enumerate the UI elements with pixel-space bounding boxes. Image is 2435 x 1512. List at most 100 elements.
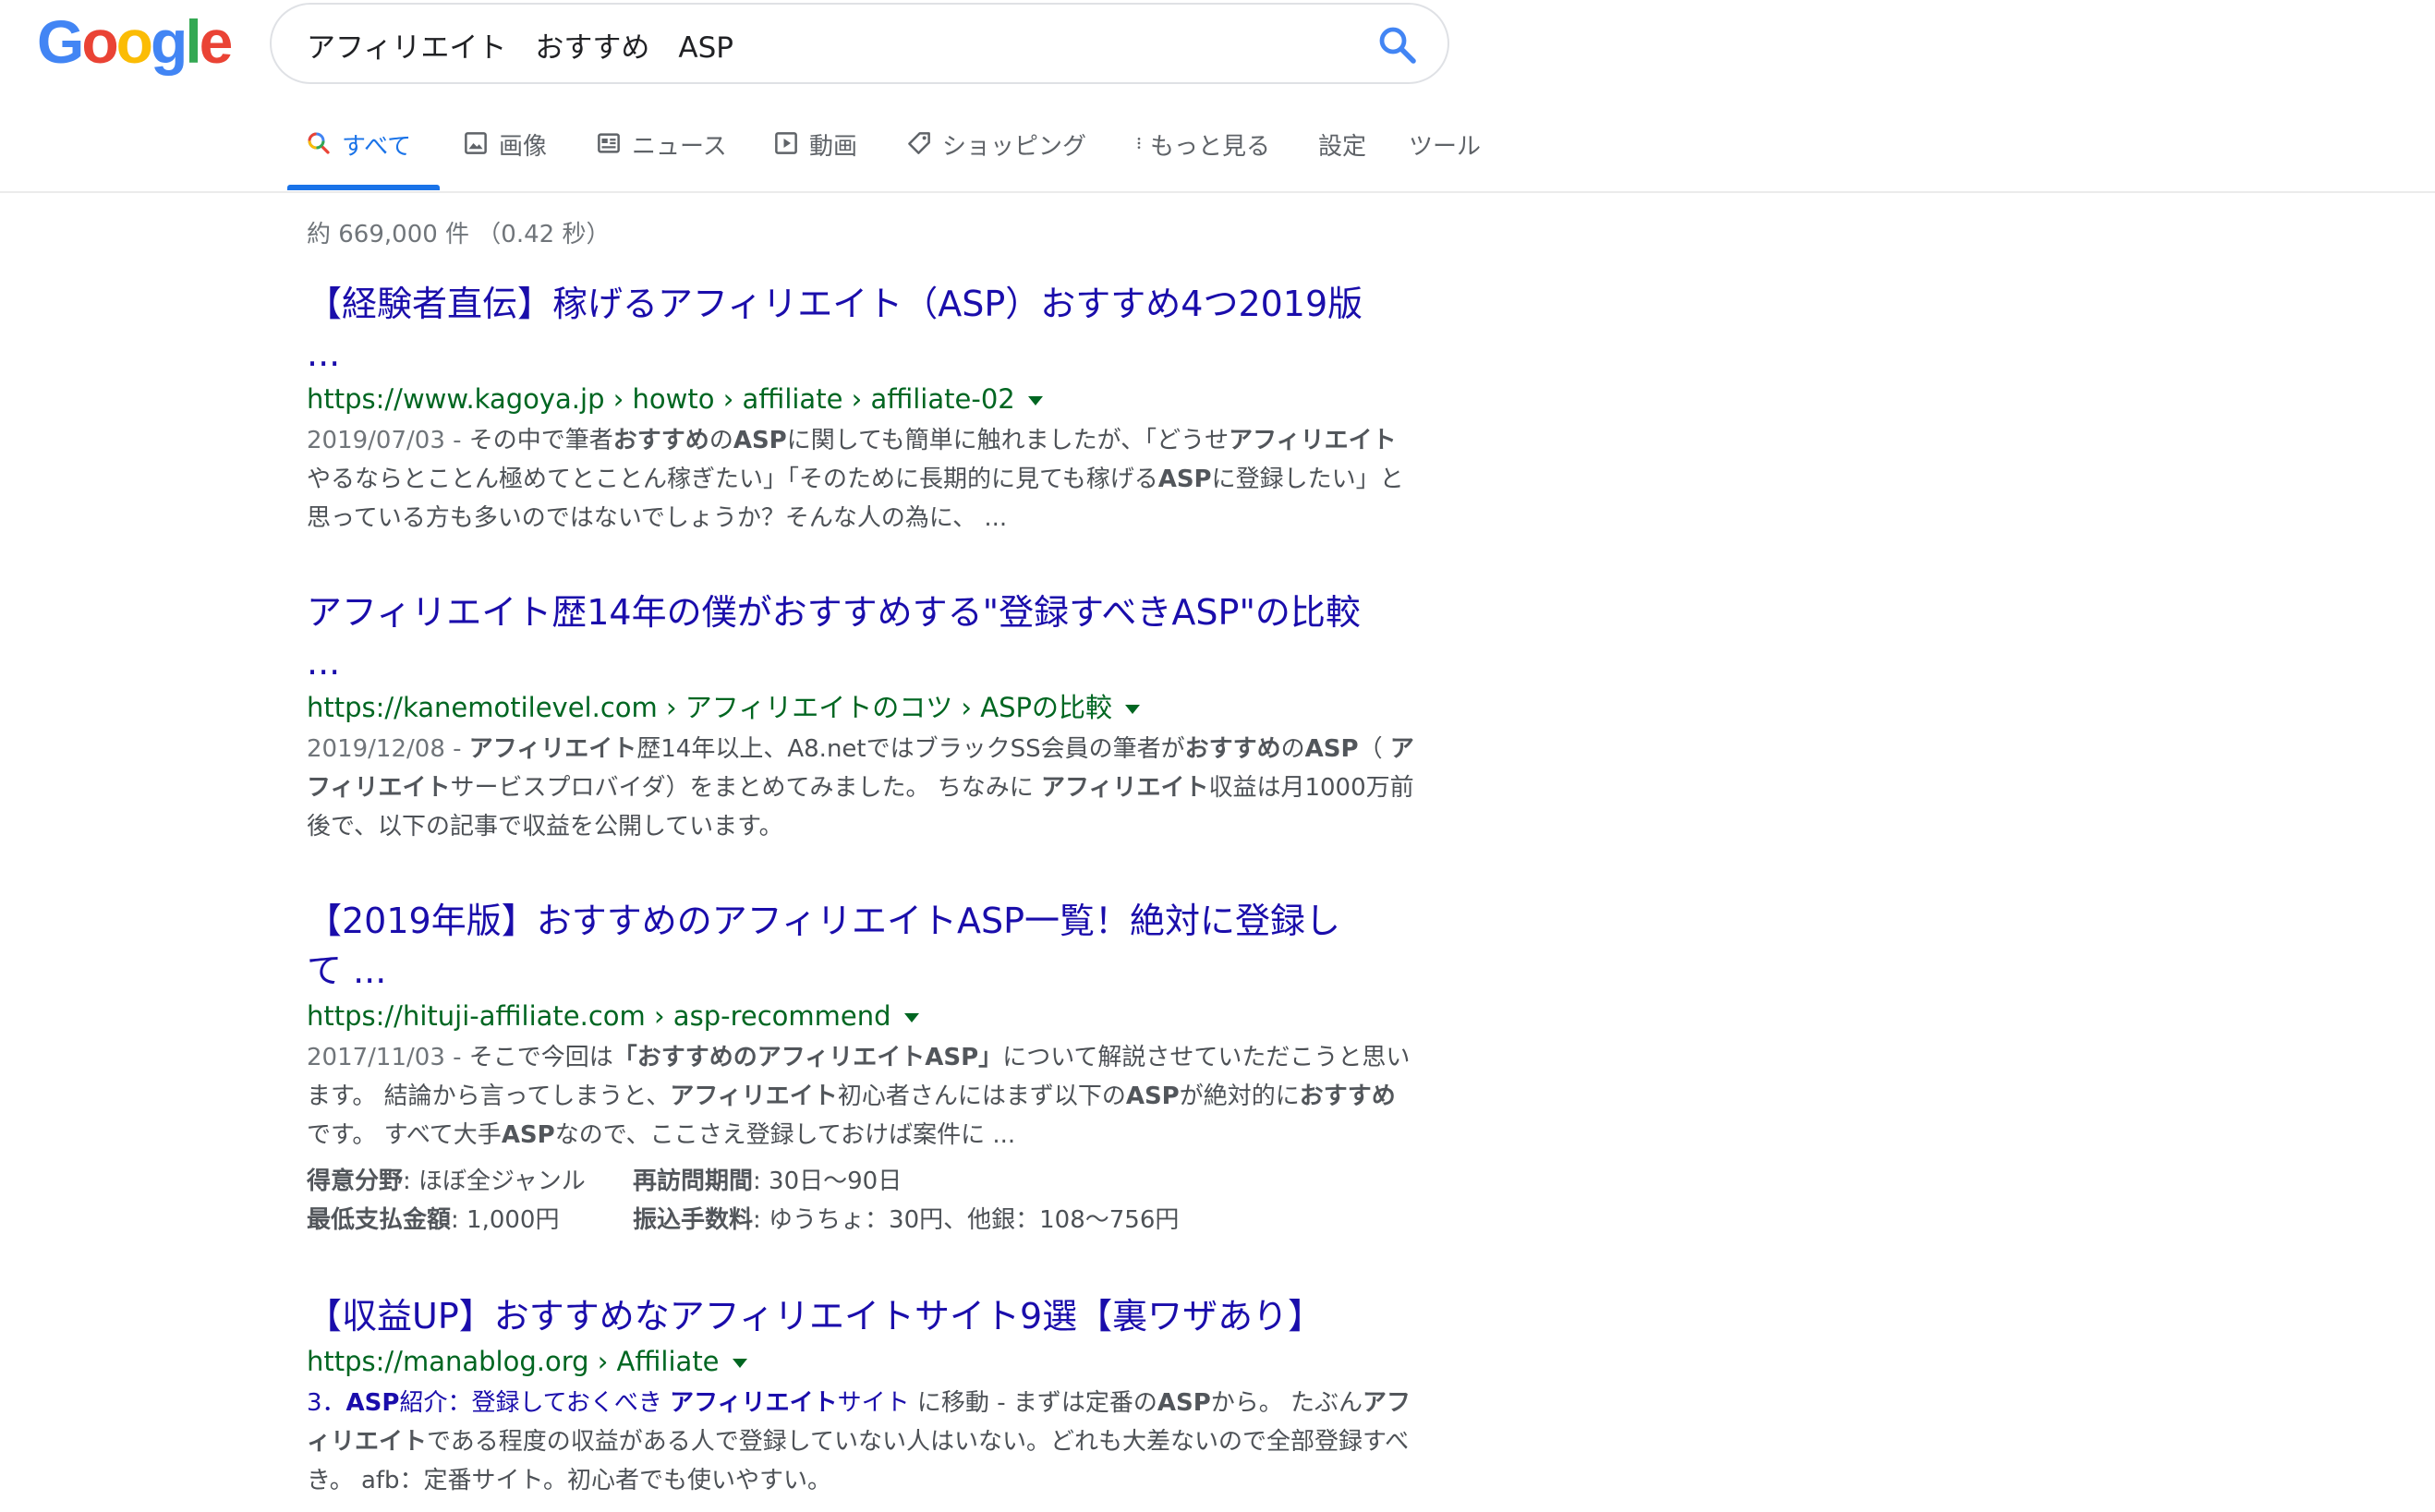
image-icon xyxy=(465,132,487,154)
snippet-highlight: アフィリエイト xyxy=(670,1389,838,1417)
result-url-row: https://kanemotilevel.com › アフィリエイトのコツ ›… xyxy=(307,689,1415,726)
result-title: アフィリエイト歴14年の僕がおすすめする"登録すべきASP"の比較 xyxy=(307,592,1361,633)
search-input[interactable] xyxy=(305,19,1325,69)
snippet-segment: 歴14年以上、A8.netではブラックSS会員の筆者が xyxy=(636,735,1185,763)
snippet-highlight: ASP xyxy=(345,1389,400,1417)
logo-letter: o xyxy=(81,7,118,76)
snippet-segment: 3． xyxy=(307,1389,346,1417)
snippet-text: アフィリエイト歴14年以上、A8.netではブラックSS会員の筆者がおすすめのA… xyxy=(307,735,1414,841)
google-logo[interactable]: Google xyxy=(37,7,234,76)
tag-icon xyxy=(908,132,930,154)
result-title-ellipsis: ... xyxy=(307,642,341,683)
snippet-segment: その中で筆者 xyxy=(468,427,613,454)
tab-more[interactable]: もっと見る xyxy=(1132,127,1270,192)
snippet-segment: - まずは定番の xyxy=(988,1389,1157,1417)
tab-images[interactable]: 画像 xyxy=(462,127,547,192)
snippet-segment: サービスプロバイダ）をまとめてみました。 ちなみに xyxy=(450,774,1041,802)
snippet-highlight: ASP xyxy=(1157,1389,1211,1417)
snippet-segment: の xyxy=(709,427,733,454)
result-url-row: https://manablog.org › Affiliate xyxy=(307,1343,1415,1380)
snippet-segment: です。 すべて大手 xyxy=(307,1121,502,1149)
fact-label: 最低支払金額 xyxy=(307,1206,452,1234)
snippet-highlight: アフィリエイト xyxy=(468,735,637,763)
video-icon xyxy=(775,132,797,154)
result-snippet: 2019/07/03 - その中で筆者おすすめのASPに関しても簡単に触れました… xyxy=(307,421,1415,538)
tab-all[interactable]: すべて xyxy=(305,127,411,192)
search-button[interactable] xyxy=(1375,23,1420,67)
news-icon xyxy=(598,133,620,153)
result-url-row: https://www.kagoya.jp › howto › affiliat… xyxy=(307,381,1415,417)
result-title-link[interactable]: 【経験者直伝】稼げるアフィリエイト（ASP）おすすめ4つ2019版 ... xyxy=(307,279,1415,379)
result-title: 【経験者直伝】稼げるアフィリエイト（ASP）おすすめ4つ2019版 xyxy=(307,284,1363,324)
tab-videos[interactable]: 動画 xyxy=(772,127,857,192)
tab-news[interactable]: ニュース xyxy=(595,127,727,192)
tab-label: もっと見る xyxy=(1150,133,1271,161)
snippet-segment: なので、ここさえ登録しておけば案件に ... xyxy=(554,1121,1016,1149)
result-title-ellipsis: ... xyxy=(307,333,341,374)
result-url[interactable]: https://www.kagoya.jp › howto › affiliat… xyxy=(307,381,1015,417)
result-url[interactable]: https://hituji-affiliate.com › asp-recom… xyxy=(307,998,891,1034)
snippet-segment: の xyxy=(1280,735,1305,763)
snippet-segment: （ xyxy=(1358,735,1390,763)
logo-letter: g xyxy=(151,7,188,76)
snippet-segment: 紹介：登録しておくべき xyxy=(399,1389,671,1417)
tab-shopping[interactable]: ショッピング xyxy=(905,127,1086,192)
search-result: 【収益UP】おすすめなアフィリエイトサイト9選【裏ワザあり】 https://m… xyxy=(307,1291,1415,1500)
logo-letter: o xyxy=(115,7,153,76)
snippet-highlight: ASP xyxy=(1304,735,1359,763)
snippet-highlight: ASP xyxy=(733,427,787,454)
more-icon xyxy=(1137,138,1141,149)
result-title-link[interactable]: アフィリエイト歴14年の僕がおすすめする"登録すべきASP"の比較 ... xyxy=(307,587,1415,687)
snippet-text: そこで今回は「おすすめのアフィリエイトASP」について解説させていただこうと思い… xyxy=(307,1044,1410,1149)
result-title-link[interactable]: 【2019年版】おすすめのアフィリエイトASP一覧！絶対に登録し て ... xyxy=(307,896,1415,996)
search-result: 【2019年版】おすすめのアフィリエイトASP一覧！絶対に登録し て ... h… xyxy=(307,896,1415,1240)
tab-label: 動画 xyxy=(809,133,858,161)
caret-down-icon[interactable] xyxy=(903,1013,919,1022)
result-date: 2017/11/03 - xyxy=(307,1044,469,1071)
caret-down-icon[interactable] xyxy=(1124,705,1140,714)
fact-label: 振込手数料 xyxy=(633,1206,754,1234)
result-url[interactable]: https://manablog.org › Affiliate xyxy=(307,1343,720,1380)
result-url[interactable]: https://kanemotilevel.com › アフィリエイトのコツ ›… xyxy=(307,689,1112,726)
jump-to-section-link[interactable]: 3．ASP紹介：登録しておくべき アフィリエイトサイト xyxy=(307,1389,910,1417)
result-date: 2019/07/03 - xyxy=(307,427,469,454)
fact: 再訪問期間: 30日〜90日 xyxy=(633,1162,959,1201)
header-divider xyxy=(0,191,2435,193)
fact: 振込手数料: ゆうちょ：30円、他銀：108〜756円 xyxy=(633,1201,1179,1240)
result-snippet: 3．ASP紹介：登録しておくべき アフィリエイトサイト に移動 - まずは定番の… xyxy=(307,1384,1415,1500)
search-result: アフィリエイト歴14年の僕がおすすめする"登録すべきASP"の比較 ... ht… xyxy=(307,587,1415,846)
snippet-highlight: ASP xyxy=(1125,1083,1180,1110)
fact: 最低支払金額: 1,000円 xyxy=(307,1201,633,1240)
snippet-segment: サイト xyxy=(837,1389,910,1417)
tab-settings[interactable]: 設定 xyxy=(1318,127,1366,192)
tab-label: 画像 xyxy=(499,133,548,161)
active-tab-indicator xyxy=(287,185,440,190)
result-date: 2019/12/08 - xyxy=(307,735,469,763)
tab-label: ショッピング xyxy=(942,133,1087,161)
snippet-highlight: 「おすすめのアフィリエイトASP」 xyxy=(612,1044,1003,1071)
tab-label: ニュース xyxy=(632,133,727,161)
search-icon xyxy=(1379,27,1416,64)
snippet-segment: に関しても簡単に触れましたが、「どうせ xyxy=(786,427,1230,454)
tab-tools[interactable]: ツール xyxy=(1409,127,1481,192)
logo-letter: e xyxy=(199,7,234,76)
result-title-link[interactable]: 【収益UP】おすすめなアフィリエイトサイト9選【裏ワザあり】 xyxy=(307,1291,1415,1341)
logo-letter: l xyxy=(185,7,201,76)
result-title: 【収益UP】おすすめなアフィリエイトサイト9選【裏ワザあり】 xyxy=(307,1296,1324,1337)
snippet-segment: が絶対的に xyxy=(1179,1083,1300,1110)
snippet-highlight: おすすめ xyxy=(1184,735,1281,763)
caret-down-icon[interactable] xyxy=(1027,396,1043,405)
logo-letter: G xyxy=(37,7,84,76)
result-url-row: https://hituji-affiliate.com › asp-recom… xyxy=(307,998,1415,1034)
caret-down-icon[interactable] xyxy=(732,1359,747,1368)
snippet-highlight: ASP xyxy=(501,1121,555,1149)
result-stats: 約 669,000 件 （0.42 秒） xyxy=(307,221,611,248)
snippet-segment: やるならとことん極めてとことん稼ぎたい」「そのために長期的に見ても稼げる xyxy=(307,466,1158,493)
search-box[interactable] xyxy=(270,3,1449,84)
result-title: 【2019年版】おすすめのアフィリエイトASP一覧！絶対に登録し xyxy=(307,901,1340,941)
tab-label: すべて xyxy=(342,133,412,161)
snippet-highlight: ASP xyxy=(1157,466,1212,493)
fact-value: : ゆうちょ：30円、他銀：108〜756円 xyxy=(753,1206,1180,1234)
snippet-text: その中で筆者おすすめのASPに関しても簡単に触れましたが、「どうせアフィリエイト… xyxy=(307,427,1404,532)
result-facts: 得意分野: ほぼ全ジャンル 再訪問期間: 30日〜90日 最低支払金額: 1,0… xyxy=(307,1162,1415,1240)
